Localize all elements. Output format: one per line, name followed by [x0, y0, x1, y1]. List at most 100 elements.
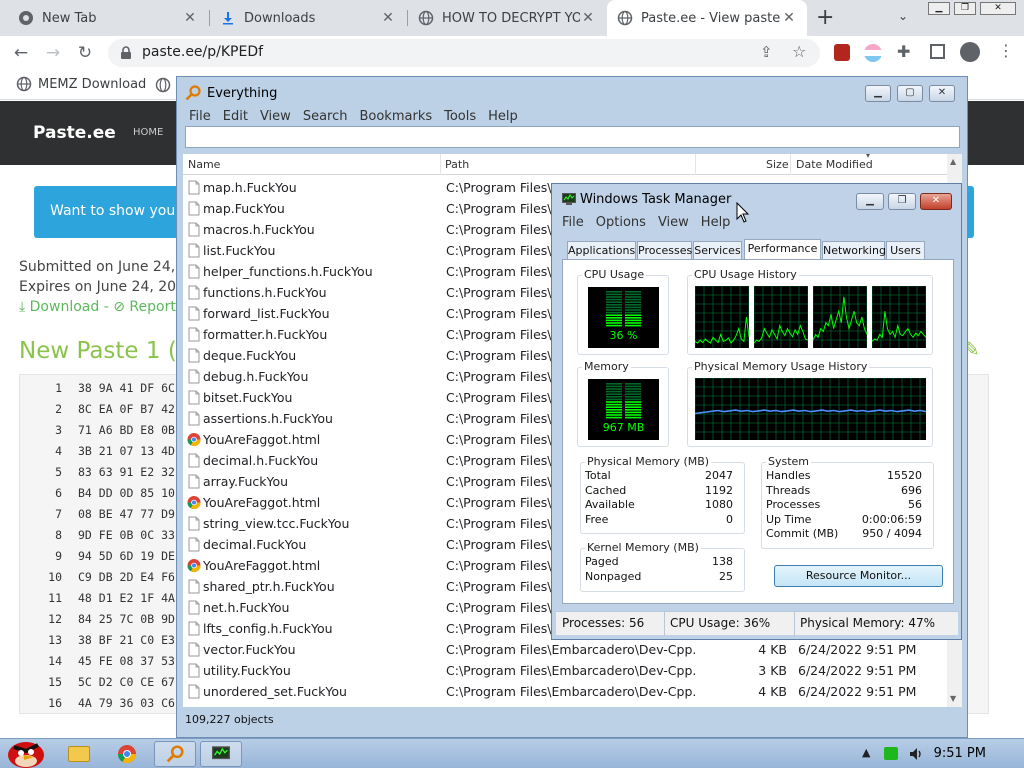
taskbar-explorer-button[interactable] — [58, 741, 100, 767]
minimize-button[interactable]: ▁ — [928, 2, 950, 15]
scroll-up-icon[interactable]: ▲ — [950, 157, 956, 166]
side-panel-icon[interactable] — [930, 44, 945, 59]
tray-chevron-up-icon[interactable]: ▲ — [862, 746, 870, 759]
taskbar-task-manager-button[interactable] — [200, 741, 242, 767]
close-window-button[interactable]: ✕ — [980, 2, 1016, 15]
tab-performance[interactable]: Performance — [744, 239, 821, 261]
tab-paste-ee[interactable]: Paste.ee - View paste K ✕ — [607, 0, 807, 36]
scroll-down-icon[interactable]: ▼ — [950, 694, 956, 703]
site-brand[interactable]: Paste.ee — [33, 123, 116, 143]
bookmark-memz-download[interactable]: MEMZ Download — [16, 76, 146, 92]
search-input[interactable] — [185, 126, 960, 148]
memory-group: Memory 967 MB — [577, 360, 669, 447]
menu-kebab-icon[interactable]: ⋮ — [998, 41, 1014, 60]
line-content: 38 BF 21 C0 E3 — [78, 633, 175, 647]
menu-help[interactable]: Help — [482, 107, 524, 126]
maximize-button[interactable]: ❐ — [888, 193, 916, 210]
gauge-segment — [606, 409, 622, 411]
menu-view[interactable]: View — [254, 107, 297, 126]
cpu-usage-label: CPU Usage — [582, 268, 647, 281]
reload-button[interactable]: ↻ — [74, 42, 96, 64]
menu-search[interactable]: Search — [297, 107, 354, 126]
gauge-segment — [606, 298, 622, 301]
file-row[interactable]: utility.FuckYou C:\Program Files\Embarcad… — [183, 660, 947, 681]
line-number: 3 — [55, 423, 62, 437]
stat-value: 950 / 4094 — [862, 527, 922, 541]
file-row[interactable]: vector.FuckYou C:\Program Files\Embarcade… — [183, 639, 947, 660]
gauge-segment — [606, 398, 622, 401]
globe-icon[interactable] — [155, 77, 171, 93]
status-memory: Physical Memory: 47% — [800, 616, 936, 630]
gauge-segment — [625, 403, 641, 406]
tray-volume-icon[interactable] — [908, 746, 924, 762]
menu-tools[interactable]: Tools — [438, 107, 482, 126]
forward-button[interactable]: → — [42, 42, 64, 64]
maximize-button[interactable]: ▢ — [897, 85, 923, 102]
cpu-usage-value: 36 % — [609, 329, 638, 342]
close-icon[interactable]: ✕ — [380, 10, 396, 26]
file-icon — [188, 264, 200, 279]
tab-services[interactable]: Services — [693, 241, 742, 260]
file-name: map.h.FuckYou — [203, 180, 297, 195]
close-icon[interactable]: ✕ — [781, 10, 797, 26]
tab-applications[interactable]: Applications — [567, 241, 636, 260]
profile-avatar-icon[interactable] — [960, 42, 980, 62]
stat-label: Paged — [585, 555, 619, 568]
close-icon[interactable]: ✕ — [580, 10, 596, 26]
menu-view[interactable]: View — [652, 213, 695, 232]
menu-file[interactable]: File — [183, 107, 217, 126]
file-row[interactable]: unordered_set.FuckYou C:\Program Files\Em… — [183, 681, 947, 702]
resource-monitor-button[interactable]: Resource Monitor... — [774, 565, 943, 587]
file-icon — [188, 600, 200, 615]
angry-bird-start-icon[interactable] — [4, 731, 48, 768]
menu-file[interactable]: File — [556, 213, 590, 232]
taskbar-clock[interactable]: 9:51 PM — [934, 746, 986, 761]
restore-button[interactable]: ❐ — [954, 2, 976, 15]
file-icon — [188, 369, 200, 384]
back-button[interactable]: ← — [10, 42, 32, 64]
close-button[interactable]: ✕ — [920, 193, 952, 210]
tab-networking[interactable]: Networking — [822, 241, 886, 260]
gauge-segment — [606, 291, 622, 293]
tab-new-tab[interactable]: New Tab ✕ — [8, 0, 208, 36]
lock-icon[interactable] — [120, 46, 132, 60]
minimize-button[interactable]: ▁ — [856, 193, 884, 210]
close-button[interactable]: ✕ — [929, 85, 955, 102]
report-link[interactable]: Report — [129, 299, 175, 315]
extension-shield-icon[interactable] — [834, 44, 850, 61]
file-icon — [188, 201, 200, 216]
tab-downloads[interactable]: Downloads ✕ — [210, 0, 406, 36]
performance-panel: CPU Usage 36 % CPU Usage History Memory … — [562, 259, 954, 604]
menu-options[interactable]: Options — [590, 213, 652, 232]
menu-bookmarks[interactable]: Bookmarks — [353, 107, 438, 126]
star-icon[interactable]: ☆ — [792, 42, 806, 61]
address-bar[interactable]: paste.ee/p/KPEDf ⇪ ☆ — [108, 39, 820, 67]
menu-help[interactable]: Help — [695, 213, 737, 232]
new-tab-button[interactable]: + — [816, 5, 834, 30]
taskbar-chrome-button[interactable] — [106, 741, 148, 767]
share-icon[interactable]: ⇪ — [760, 43, 773, 61]
tab-processes[interactable]: Processes — [637, 241, 692, 260]
nav-home-link[interactable]: HOME — [133, 127, 163, 138]
file-name-cell: deque.FuckYou — [187, 348, 296, 363]
extension-flag-icon[interactable] — [864, 44, 882, 62]
stat-label: Nonpaged — [585, 569, 642, 583]
tab-users[interactable]: Users — [886, 241, 925, 260]
tab-search-icon[interactable]: ⌄ — [898, 9, 908, 23]
file-icon — [188, 306, 200, 321]
stat-value: 1192 — [705, 483, 733, 497]
stat-label: Total — [585, 469, 611, 482]
expires-date: Expires on June 24, 2022 — [19, 279, 194, 295]
tab-how-to-decrypt[interactable]: HOW TO DECRYPT YOU ✕ — [408, 0, 606, 36]
tray-power-icon[interactable] — [884, 747, 898, 760]
stat-row: Up Time 0:00:06:59 — [766, 513, 922, 527]
close-icon[interactable]: ✕ — [182, 10, 198, 26]
download-link[interactable]: Download — [30, 299, 100, 315]
taskbar-everything-button[interactable] — [154, 741, 196, 767]
line-number: 16 — [48, 696, 62, 710]
minimize-button[interactable]: ▁ — [865, 85, 891, 102]
line-content: B4 DD 0D 85 10 — [78, 486, 175, 500]
menu-edit[interactable]: Edit — [217, 107, 254, 126]
extensions-puzzle-icon[interactable]: ✚ — [897, 42, 910, 61]
file-name-cell: helper_functions.h.FuckYou — [187, 264, 373, 279]
